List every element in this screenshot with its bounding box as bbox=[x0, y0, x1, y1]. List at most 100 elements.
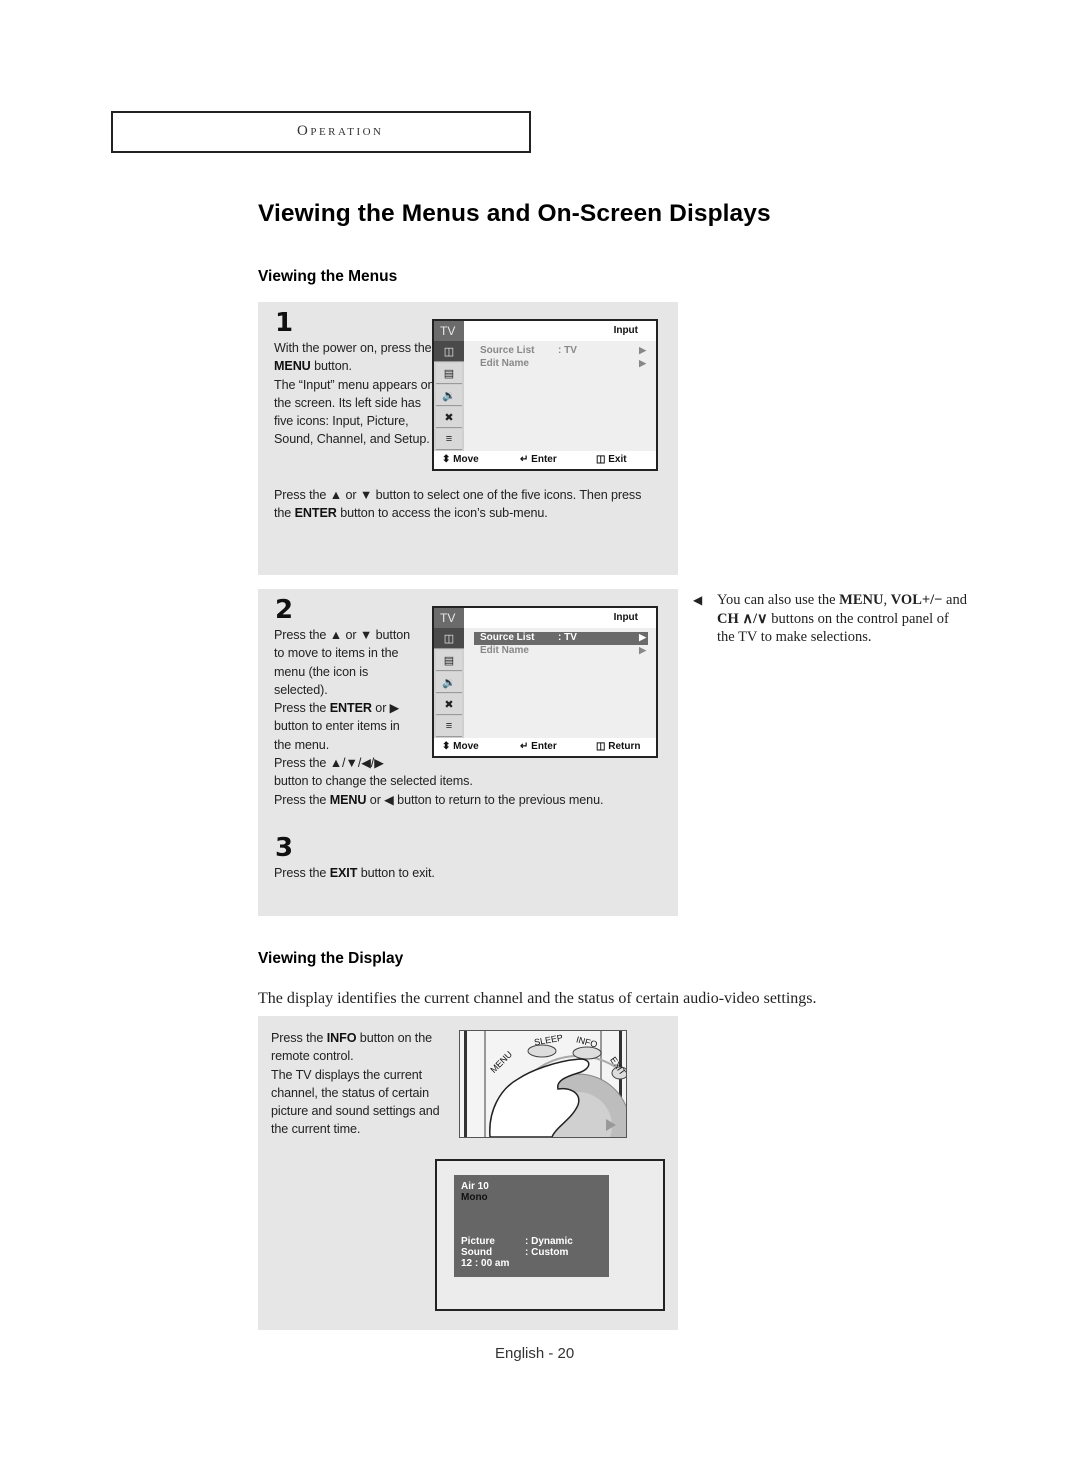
picture-icon: ▤ bbox=[436, 650, 462, 671]
text: and bbox=[942, 592, 967, 608]
osd-title: Input bbox=[613, 325, 638, 336]
return-label: Return bbox=[608, 741, 641, 752]
sound-icon: 🔉 bbox=[436, 672, 462, 693]
osd-icon-column: TV ◫ ▤ 🔉 ✖ ≡ bbox=[434, 321, 464, 453]
remote-control-illustration: SLEEP INFO MENU EXIT bbox=[459, 1030, 627, 1138]
arrow-left-icon: ◀ bbox=[693, 593, 703, 607]
text: The “Input” menu appears on the screen. … bbox=[274, 377, 435, 447]
move-hint: ⬍ Move bbox=[442, 454, 479, 465]
osd-row-source-list: Source List : TV ▶ bbox=[474, 345, 648, 358]
sound-icon: 🔉 bbox=[436, 385, 462, 406]
arrow-right-icon: ▶ bbox=[639, 358, 646, 368]
osd-tv-label: TV bbox=[434, 608, 464, 628]
text: menu (the icon is bbox=[274, 664, 369, 679]
input-icon: ◫ bbox=[434, 628, 464, 649]
arrow-right-icon: ▶ bbox=[639, 632, 646, 642]
osd-row-source-list-highlighted: Source List : TV ▶ bbox=[474, 632, 648, 645]
osd-footer: ⬍ Move ↵ Enter ◫ Return bbox=[434, 738, 656, 756]
section-label: Operation bbox=[297, 123, 384, 139]
channel-icon: ✖ bbox=[436, 407, 462, 428]
exit-label: Exit bbox=[608, 454, 627, 465]
text: button to exit. bbox=[357, 866, 435, 880]
text: button. bbox=[310, 359, 352, 374]
info-keyword: INFO bbox=[326, 1031, 357, 1045]
row-label: Edit Name bbox=[480, 645, 529, 656]
viewing-display-heading: Viewing the Display bbox=[258, 950, 404, 967]
osd-row-edit-name: Edit Name ▶ bbox=[474, 645, 648, 658]
viewing-menus-heading: Viewing the Menus bbox=[258, 268, 398, 285]
enter-label: Enter bbox=[531, 741, 557, 752]
text: The TV displays the current channel, the… bbox=[271, 1067, 440, 1137]
side-note-text: You can also use the MENU, VOL+/− and CH… bbox=[717, 591, 967, 647]
text: button to enter items in bbox=[274, 719, 400, 734]
enter-hint: ↵ Enter bbox=[520, 454, 557, 465]
sound-value: : Custom bbox=[525, 1247, 569, 1258]
display-text: Press the INFO button on the remote cont… bbox=[271, 1029, 456, 1139]
sound-label: Sound bbox=[461, 1247, 493, 1258]
text: Press the ▲ or ▼ button bbox=[274, 628, 411, 642]
text: to move to items in the bbox=[274, 646, 399, 661]
page-number: English - 20 bbox=[495, 1345, 575, 1362]
osd-input-menu-selected: TV ◫ ▤ 🔉 ✖ ≡ Input Source List : TV ▶ Ed… bbox=[432, 606, 658, 758]
channel-icon: ✖ bbox=[436, 694, 462, 715]
arrow-right-icon: ▶ bbox=[639, 345, 646, 355]
move-hint: ⬍ Move bbox=[442, 741, 479, 752]
osd-icon-column: TV ◫ ▤ 🔉 ✖ ≡ bbox=[434, 608, 464, 740]
input-icon: ◫ bbox=[434, 341, 464, 362]
text: Press the bbox=[274, 866, 330, 880]
hand-pressing-info-icon bbox=[464, 1031, 626, 1137]
text: Press the bbox=[274, 701, 330, 716]
step2-number: 2 bbox=[275, 595, 294, 625]
text: Press the bbox=[274, 792, 330, 807]
setup-icon: ≡ bbox=[436, 716, 462, 737]
setup-icon: ≡ bbox=[436, 429, 462, 450]
osd-title: Input bbox=[613, 612, 638, 623]
display-description: The display identifies the current chann… bbox=[258, 990, 817, 1007]
exit-hint: ◫ Exit bbox=[596, 454, 627, 465]
return-hint: ◫ Return bbox=[596, 741, 641, 752]
info-screen: Air 10 Mono Picture : Dynamic Sound : Cu… bbox=[435, 1159, 665, 1311]
section-tab: Operation bbox=[111, 111, 531, 153]
row-value: : TV bbox=[558, 345, 577, 356]
osd-title-bar: Input bbox=[464, 608, 656, 628]
enter-keyword: ENTER bbox=[329, 701, 372, 716]
step1-after-text: Press the ▲ or ▼ button to select one of… bbox=[274, 486, 654, 523]
enter-label: Enter bbox=[531, 454, 557, 465]
ch-keyword: CH ∧/∨ bbox=[717, 610, 768, 627]
step1-number: 1 bbox=[275, 308, 294, 338]
page-title: Viewing the Menus and On-Screen Displays bbox=[258, 200, 771, 227]
vol-keyword: VOL+/− bbox=[890, 592, 943, 608]
text: the menu. bbox=[274, 737, 330, 752]
channel-info: Air 10 bbox=[461, 1181, 489, 1192]
menu-keyword: MENU bbox=[274, 359, 311, 374]
text: selected). bbox=[274, 682, 328, 697]
row-label: Edit Name bbox=[480, 358, 529, 369]
menu-keyword: MENU bbox=[839, 592, 884, 608]
osd-footer: ⬍ Move ↵ Enter ◫ Exit bbox=[434, 451, 656, 469]
step3-text: Press the EXIT button to exit. bbox=[274, 864, 654, 882]
text: Press the ▲/▼/◀/▶ bbox=[274, 756, 384, 771]
text: or ▶ bbox=[371, 701, 400, 716]
picture-icon: ▤ bbox=[436, 363, 462, 384]
osd-row-edit-name: Edit Name ▶ bbox=[474, 358, 648, 371]
info-overlay: Air 10 Mono Picture : Dynamic Sound : Cu… bbox=[454, 1175, 609, 1277]
step2-panel: 2 Press the ▲ or ▼ button to move to ite… bbox=[258, 589, 678, 916]
exit-keyword: EXIT bbox=[329, 866, 358, 880]
step3-number: 3 bbox=[275, 833, 294, 863]
current-time: 12 : 00 am bbox=[461, 1258, 510, 1269]
osd-tv-label: TV bbox=[434, 321, 464, 341]
row-value: : TV bbox=[558, 632, 577, 643]
step1-panel: 1 With the power on, press the MENU butt… bbox=[258, 302, 678, 575]
enter-keyword: ENTER bbox=[294, 506, 337, 521]
arrow-right-icon: ▶ bbox=[639, 645, 646, 655]
row-label: Source List bbox=[480, 632, 535, 643]
move-label: Move bbox=[453, 741, 479, 752]
row-label: Source List bbox=[480, 345, 535, 356]
step1-text: With the power on, press the MENU button… bbox=[274, 339, 436, 449]
text: Press the bbox=[271, 1031, 327, 1045]
osd-title-bar: Input bbox=[464, 321, 656, 341]
menu-keyword: MENU bbox=[329, 792, 367, 807]
text: With the power on, press the bbox=[274, 341, 432, 355]
picture-value: : Dynamic bbox=[525, 1236, 573, 1247]
text: or ◀ button to return to the previous me… bbox=[366, 792, 604, 807]
